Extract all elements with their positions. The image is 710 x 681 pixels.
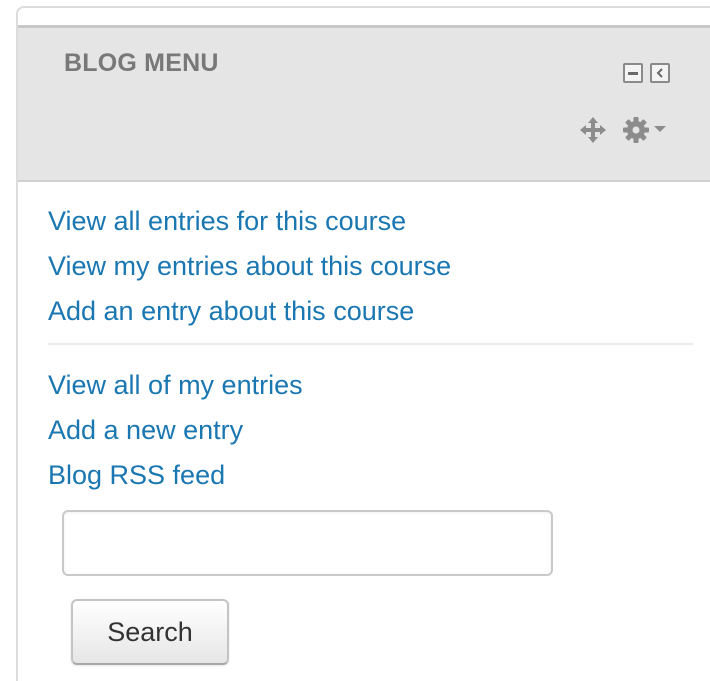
- page: BLOG MENU View all entries for this cour…: [0, 0, 710, 681]
- block-header: BLOG MENU: [18, 25, 710, 182]
- user-links-list: View all of my entries Add a new entry B…: [18, 363, 710, 498]
- hide-block-icon[interactable]: [623, 63, 643, 83]
- chevron-left-icon: [656, 68, 663, 78]
- list-item: View my entries about this course: [18, 244, 710, 289]
- list-item: Blog RSS feed: [18, 453, 710, 498]
- add-course-entry-link[interactable]: Add an entry about this course: [48, 289, 414, 334]
- caret-down-icon[interactable]: [654, 126, 666, 134]
- move-icon[interactable]: [580, 117, 606, 143]
- gear-icon[interactable]: [622, 116, 650, 144]
- block-content: View all entries for this course View my…: [18, 199, 710, 665]
- blog-rss-feed-link[interactable]: Blog RSS feed: [48, 453, 225, 498]
- add-new-entry-link[interactable]: Add a new entry: [48, 408, 243, 453]
- block-title: BLOG MENU: [64, 49, 219, 77]
- search-button[interactable]: Search: [71, 599, 229, 665]
- list-item: View all entries for this course: [18, 199, 710, 244]
- dock-block-icon[interactable]: [650, 63, 670, 83]
- list-item: Add a new entry: [18, 408, 710, 453]
- course-links-list: View all entries for this course View my…: [18, 199, 710, 334]
- view-all-my-entries-link[interactable]: View all of my entries: [48, 363, 303, 408]
- list-item: View all of my entries: [18, 363, 710, 408]
- view-all-course-entries-link[interactable]: View all entries for this course: [48, 199, 406, 244]
- view-my-course-entries-link[interactable]: View my entries about this course: [48, 244, 451, 289]
- divider: [48, 343, 693, 345]
- blog-menu-block: BLOG MENU View all entries for this cour…: [16, 6, 710, 681]
- list-item: Add an entry about this course: [18, 289, 710, 334]
- search-input[interactable]: [62, 510, 553, 576]
